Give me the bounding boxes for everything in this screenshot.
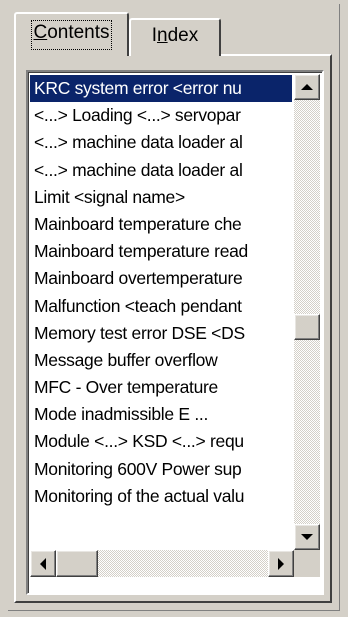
list-item[interactable]: Mode inadmissible E ...: [30, 401, 292, 428]
list-item[interactable]: MFC - Over temperature: [30, 374, 292, 401]
list-item[interactable]: <...> Loading <...> servopar: [30, 102, 292, 129]
list-item[interactable]: Message buffer overflow: [30, 347, 292, 374]
contents-listbox[interactable]: KRC system error <error nu <...> Loading …: [26, 70, 324, 595]
tab-contents-label: Contents: [31, 20, 112, 50]
tab-contents[interactable]: Contents: [14, 12, 129, 56]
scroll-up-button[interactable]: [294, 74, 320, 100]
scroll-down-button[interactable]: [294, 524, 320, 550]
help-navigation-panel: Index Contents KRC system error <error n…: [8, 4, 340, 611]
tab-index-label: Index: [151, 25, 199, 46]
list-item[interactable]: Limit <signal name>: [30, 184, 292, 211]
list-item[interactable]: Memory test error DSE <DS: [30, 320, 292, 347]
list-item[interactable]: Module <...> KSD <...> requ: [30, 428, 292, 455]
list-item[interactable]: <...> machine data loader al: [30, 157, 292, 184]
list-item[interactable]: Malfunction <teach pendant: [30, 293, 292, 320]
scroll-left-button[interactable]: [30, 550, 56, 577]
horizontal-scroll-thumb[interactable]: [56, 550, 98, 577]
list-item[interactable]: Monitoring of the actual valu: [30, 483, 292, 510]
list-item[interactable]: Mainboard overtemperature: [30, 265, 292, 292]
list-item[interactable]: Mainboard temperature che: [30, 211, 292, 238]
contents-tab-page: KRC system error <error nu <...> Loading …: [14, 54, 332, 603]
vertical-scroll-thumb[interactable]: [294, 314, 320, 340]
scroll-right-button[interactable]: [268, 550, 294, 577]
list-item[interactable]: <...> machine data loader al: [30, 129, 292, 156]
vertical-scrollbar[interactable]: [294, 74, 320, 550]
list-item[interactable]: Monitoring 600V Power sup: [30, 456, 292, 483]
scrollbar-corner: [294, 550, 320, 577]
arrow-down-icon: [301, 534, 313, 540]
arrow-right-icon: [278, 557, 284, 570]
list-item[interactable]: KRC system error <error nu: [30, 75, 292, 103]
topic-list: KRC system error <error nu <...> Loading …: [30, 75, 292, 545]
tab-index[interactable]: Index: [129, 18, 221, 56]
horizontal-scrollbar[interactable]: [30, 550, 294, 577]
listbox-inner: KRC system error <error nu <...> Loading …: [28, 72, 322, 593]
arrow-left-icon: [40, 557, 46, 570]
list-item[interactable]: Mainboard temperature read: [30, 238, 292, 265]
arrow-up-icon: [301, 84, 313, 90]
